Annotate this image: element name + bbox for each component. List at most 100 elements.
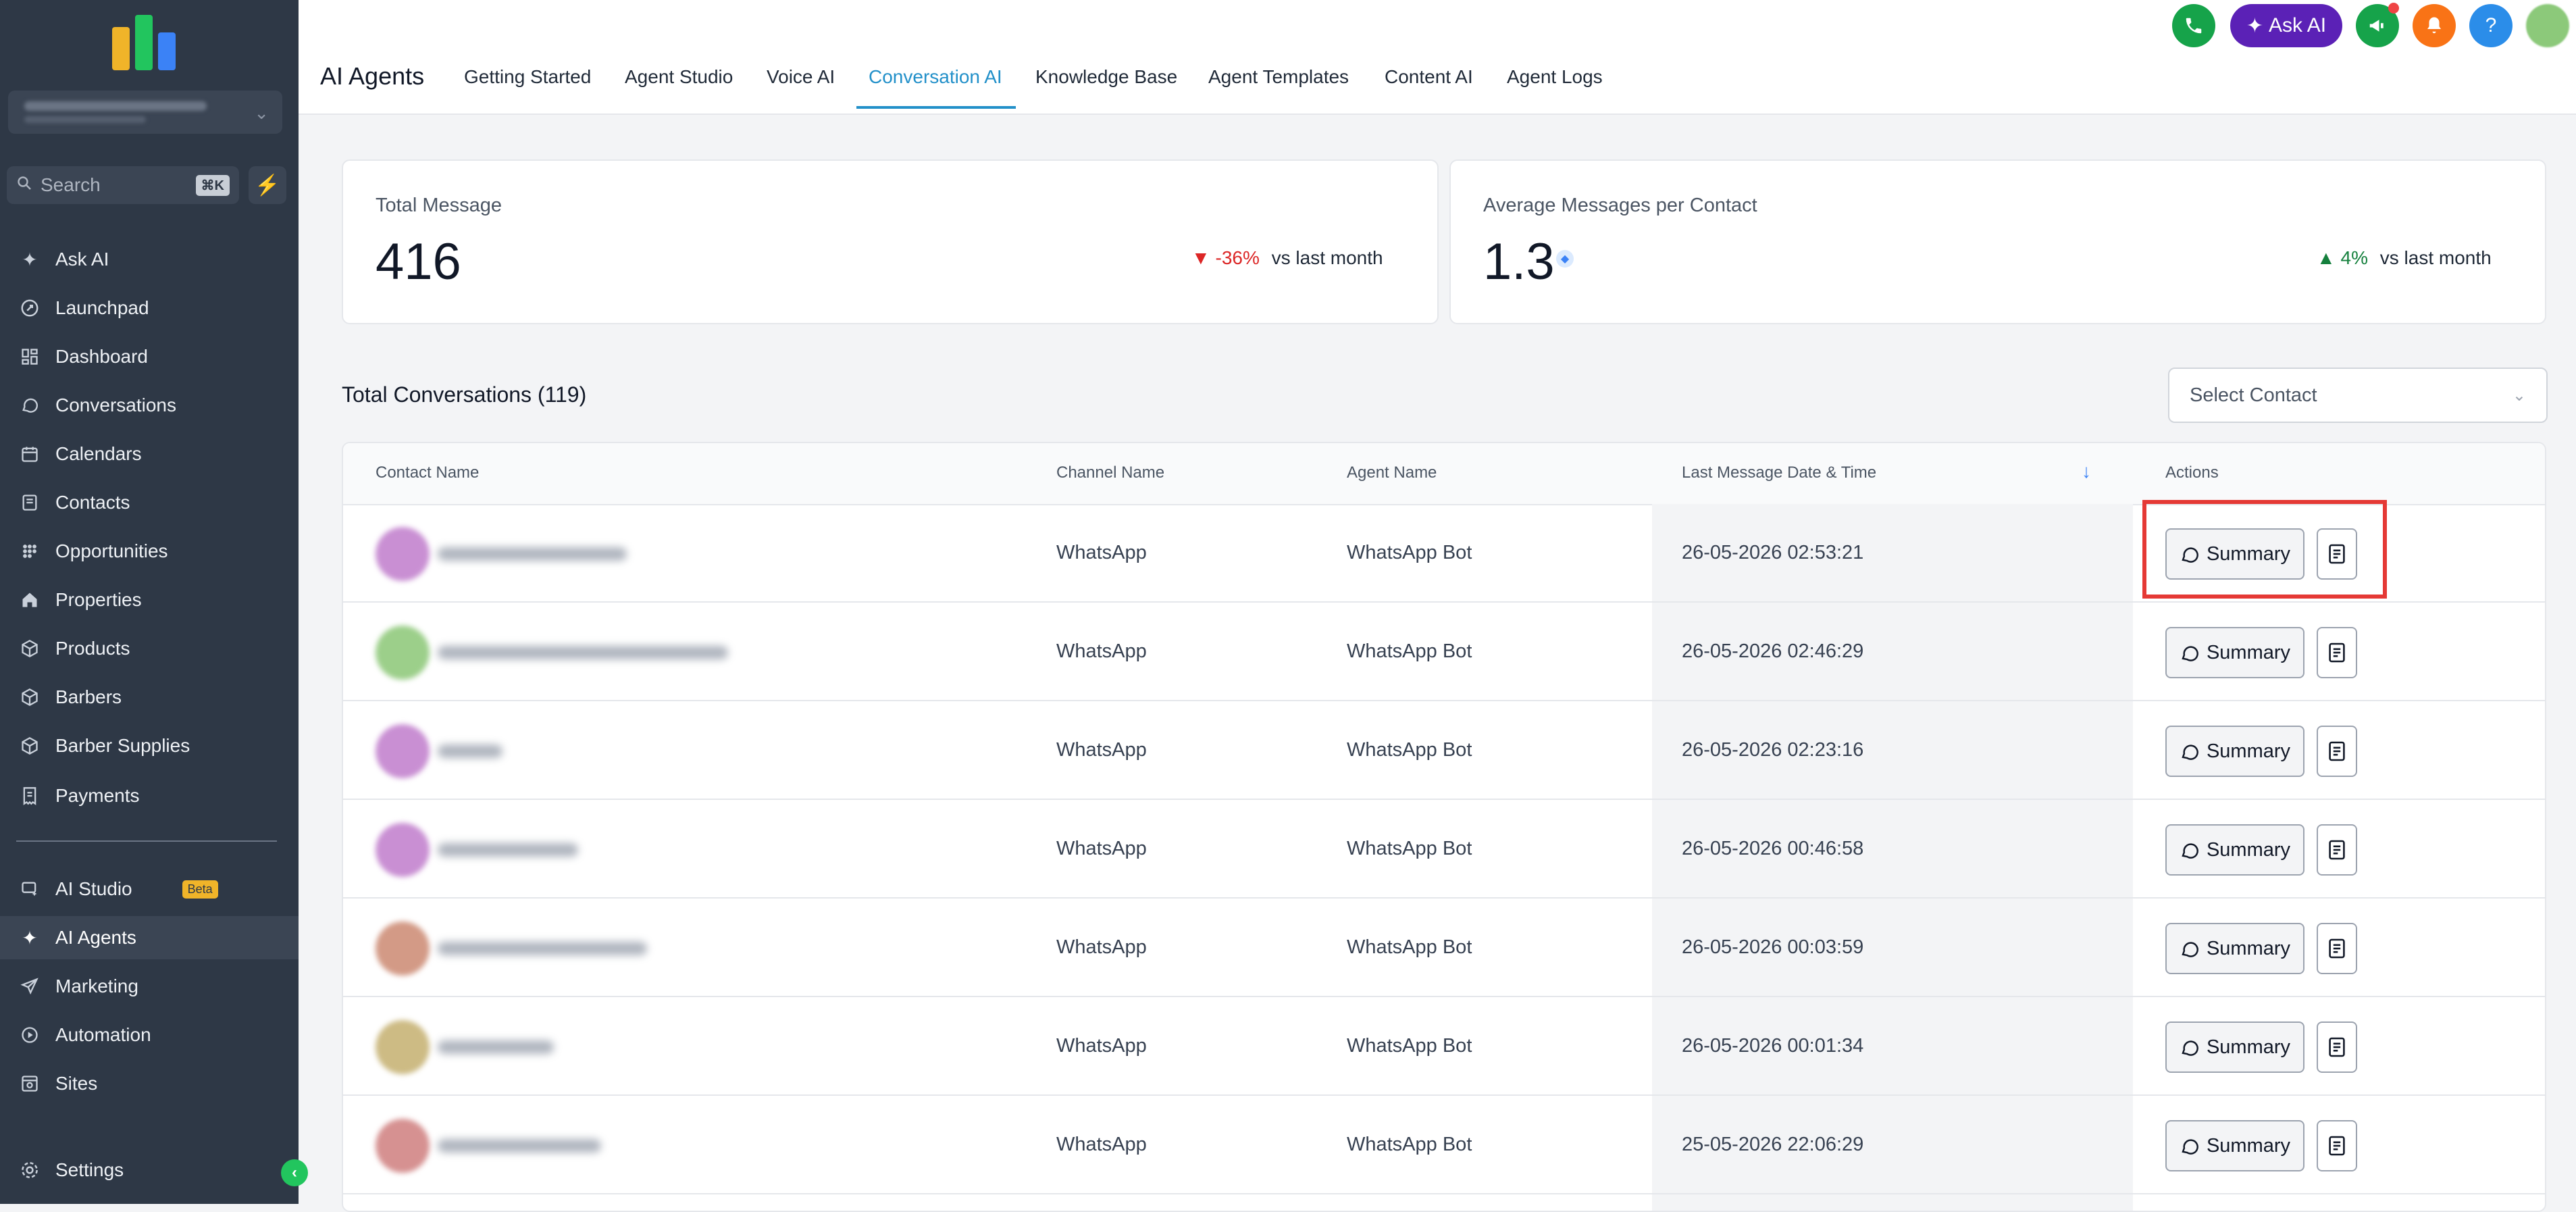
sidebar-item-conversations[interactable]: Conversations <box>0 384 299 427</box>
tab-content-ai[interactable]: Content AI <box>1385 66 1473 88</box>
lightning-icon: ⚡ <box>255 174 280 197</box>
table-row[interactable]: WhatsApp WhatsApp Bot 26-05-2026 02:46:29 S… <box>343 603 2545 701</box>
contact-name-redacted[interactable] <box>438 744 503 758</box>
channel-name-cell: WhatsApp <box>1056 542 1147 563</box>
quick-actions-button[interactable]: ⚡ <box>249 166 286 204</box>
brand-logo[interactable] <box>108 9 182 70</box>
contact-name-redacted[interactable] <box>438 646 728 659</box>
contact-name-redacted[interactable] <box>438 1139 601 1153</box>
sidebar: ⌄ Search ⌘K ⚡ ✦ Ask AI Launchpad Dashboa… <box>0 0 299 1204</box>
sidebar-item-label: Barbers <box>55 686 122 707</box>
sidebar-item-label: Contacts <box>55 492 130 513</box>
receipt-icon <box>16 782 43 809</box>
ask-ai-button[interactable]: ✦ Ask AI <box>2230 4 2342 47</box>
user-avatar[interactable] <box>2526 4 2569 47</box>
table-row[interactable]: WhatsApp WhatsApp Bot 26-05-2026 00:46:58 S… <box>343 800 2545 899</box>
sidebar-collapse-button[interactable]: ‹ <box>281 1159 308 1186</box>
column-last-message[interactable]: Last Message Date & Time <box>1682 463 1876 482</box>
contact-name-redacted[interactable] <box>438 1040 554 1054</box>
sidebar-item-calendars[interactable]: Calendars <box>0 432 299 476</box>
sidebar-item-products[interactable]: Products <box>0 627 299 670</box>
chat-bubble-icon <box>2182 1139 2198 1155</box>
sidebar-item-marketing[interactable]: Marketing <box>0 965 299 1008</box>
send-icon <box>16 973 43 1000</box>
contact-name-redacted[interactable] <box>438 843 578 857</box>
table-row[interactable]: WhatsApp WhatsApp Bot 25-05-2026 22:06:29 S… <box>343 1096 2545 1194</box>
contact-avatar <box>376 823 430 877</box>
sidebar-item-payments[interactable]: Payments <box>0 774 299 817</box>
sidebar-item-contacts[interactable]: Contacts <box>0 481 299 524</box>
tab-agent-studio[interactable]: Agent Studio <box>625 66 733 88</box>
column-contact-name[interactable]: Contact Name <box>376 463 479 482</box>
tab-getting-started[interactable]: Getting Started <box>464 66 591 88</box>
stat-change: -36% <box>1215 247 1260 268</box>
sidebar-item-launchpad[interactable]: Launchpad <box>0 286 299 330</box>
table-row[interactable]: WhatsApp WhatsApp Bot 26-05-2026 00:01:34 S… <box>343 997 2545 1096</box>
opportunities-icon <box>16 538 43 565</box>
chat-bubble-icon <box>2182 1040 2198 1056</box>
view-transcript-button[interactable] <box>2317 1021 2357 1073</box>
sidebar-item-ask-ai[interactable]: ✦ Ask AI <box>0 238 299 281</box>
contact-name-redacted[interactable] <box>438 942 647 955</box>
sparkle-icon: ✦ <box>22 927 38 949</box>
view-transcript-button[interactable] <box>2317 923 2357 974</box>
sidebar-item-properties[interactable]: Properties <box>0 578 299 622</box>
stat-value: 1.3 <box>1483 233 1555 291</box>
agent-name-cell: WhatsApp Bot <box>1347 640 1472 662</box>
sidebar-item-sites[interactable]: Sites <box>0 1062 299 1105</box>
location-switcher[interactable]: ⌄ <box>8 91 282 134</box>
table-row[interactable]: WhatsApp WhatsApp Bot 26-05-2026 00:03:59 S… <box>343 899 2545 997</box>
stat-value: 416 <box>376 233 461 291</box>
sidebar-item-barbers[interactable]: Barbers <box>0 676 299 719</box>
tab-agent-logs[interactable]: Agent Logs <box>1507 66 1603 88</box>
contact-name-redacted[interactable] <box>438 547 627 561</box>
rocket-icon <box>16 295 43 322</box>
trend-up-icon: ▲ <box>2317 247 2336 268</box>
sidebar-item-automation[interactable]: Automation <box>0 1013 299 1057</box>
sort-descending-icon[interactable]: ↓ <box>2082 461 2091 482</box>
tab-conversation-ai[interactable]: Conversation AI <box>869 66 1002 88</box>
column-agent-name[interactable]: Agent Name <box>1347 463 1437 482</box>
sidebar-item-label: AI Studio <box>55 878 132 899</box>
sidebar-search[interactable]: Search ⌘K <box>7 166 239 204</box>
tab-agent-templates[interactable]: Agent Templates <box>1208 66 1349 88</box>
box-icon <box>16 732 43 759</box>
sidebar-item-ai-agents[interactable]: ✦ AI Agents <box>0 916 299 959</box>
sidebar-item-label: Opportunities <box>55 540 168 561</box>
summary-button[interactable]: Summary <box>2165 1021 2304 1073</box>
tab-knowledge-base[interactable]: Knowledge Base <box>1035 66 1177 88</box>
summary-button[interactable]: Summary <box>2165 1120 2304 1171</box>
sidebar-item-opportunities[interactable]: Opportunities <box>0 530 299 573</box>
sidebar-item-label: Dashboard <box>55 346 148 367</box>
view-transcript-button[interactable] <box>2317 824 2357 876</box>
sidebar-item-label: Properties <box>55 589 142 610</box>
gear-icon <box>16 1157 43 1184</box>
document-icon <box>2329 741 2345 761</box>
info-icon[interactable]: ◆ <box>1556 250 1574 268</box>
chat-bubble-icon <box>2182 646 2198 661</box>
sidebar-item-dashboard[interactable]: Dashboard <box>0 335 299 378</box>
sidebar-item-settings[interactable]: Settings <box>0 1148 299 1192</box>
summary-button[interactable]: Summary <box>2165 627 2304 678</box>
summary-button[interactable]: Summary <box>2165 824 2304 876</box>
sites-icon <box>16 1070 43 1097</box>
view-transcript-button[interactable] <box>2317 726 2357 777</box>
view-transcript-button[interactable] <box>2317 627 2357 678</box>
help-button[interactable]: ? <box>2469 4 2513 47</box>
sidebar-item-ai-studio[interactable]: AI Studio Beta <box>0 867 299 911</box>
view-transcript-button[interactable] <box>2317 1120 2357 1171</box>
stat-trend: ▼ -36% vs last month <box>1191 247 1383 269</box>
sidebar-item-label: Ask AI <box>55 249 109 270</box>
column-channel-name[interactable]: Channel Name <box>1056 463 1164 482</box>
contact-avatar <box>376 527 430 581</box>
summary-button[interactable]: Summary <box>2165 726 2304 777</box>
phone-button[interactable] <box>2172 4 2215 47</box>
summary-button[interactable]: Summary <box>2165 923 2304 974</box>
notifications-button[interactable] <box>2413 4 2456 47</box>
select-contact-dropdown[interactable]: Select Contact ⌄ <box>2168 368 2548 423</box>
tab-voice-ai[interactable]: Voice AI <box>767 66 835 88</box>
help-icon: ? <box>2485 14 2497 36</box>
sidebar-item-barber-supplies[interactable]: Barber Supplies <box>0 724 299 767</box>
table-row[interactable]: WhatsApp WhatsApp Bot 26-05-2026 02:23:16 S… <box>343 701 2545 800</box>
channel-name-cell: WhatsApp <box>1056 936 1147 958</box>
